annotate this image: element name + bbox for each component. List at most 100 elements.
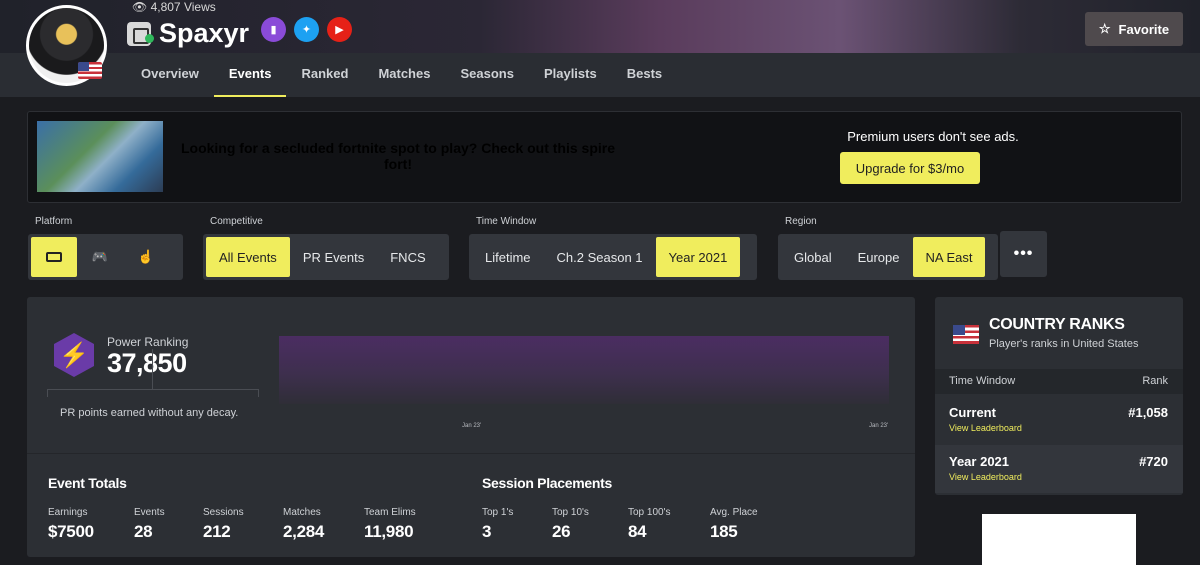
stat-value: 2,284 bbox=[283, 522, 325, 541]
player-name: Spaxyr bbox=[159, 18, 250, 48]
divider bbox=[47, 389, 48, 397]
tab-seasons[interactable]: Seasons bbox=[445, 54, 528, 97]
favorite-button[interactable]: ☆ Favorite bbox=[1085, 12, 1183, 46]
favorite-label: Favorite bbox=[1118, 21, 1170, 37]
filter-option-year-2021[interactable]: Year 2021 bbox=[655, 237, 741, 277]
filter-option-pr-events[interactable]: PR Events bbox=[290, 237, 377, 277]
tab-overview[interactable]: Overview bbox=[126, 54, 214, 97]
controller-icon[interactable]: 🎮 bbox=[77, 237, 123, 277]
stat-sessions: Sessions 212 bbox=[203, 507, 244, 542]
filter-option-all-events[interactable]: All Events bbox=[206, 237, 290, 277]
filter-label: Region bbox=[785, 216, 817, 227]
stat-label: Top 1's bbox=[482, 507, 514, 518]
time-window-filter: Time Window Lifetime Ch.2 Season 1 Year … bbox=[469, 216, 757, 280]
rank-value: #720 bbox=[1139, 454, 1168, 469]
more-options-button[interactable]: ••• bbox=[1000, 231, 1047, 277]
country-ranks-subtitle: Player's ranks in United States bbox=[989, 338, 1139, 350]
stat-label: Top 10's bbox=[552, 507, 589, 518]
view-count: 👁 4,807 Views bbox=[132, 0, 216, 14]
youtube-icon[interactable]: ▶ bbox=[327, 17, 352, 42]
power-ranking-chart[interactable] bbox=[279, 336, 889, 404]
stat-avg-place: Avg. Place 185 bbox=[710, 507, 758, 542]
stat-value: 28 bbox=[134, 522, 153, 541]
divider bbox=[152, 349, 153, 389]
competitive-filter: Competitive All Events PR Events FNCS bbox=[203, 216, 449, 280]
ad-banner: Looking for a secluded fortnite spot to … bbox=[27, 111, 1182, 203]
tab-events[interactable]: Events bbox=[213, 54, 287, 97]
chart-tick-label: Jan 23' bbox=[869, 423, 889, 429]
verified-check-icon bbox=[145, 34, 154, 43]
player-name-row: Spaxyr bbox=[127, 18, 249, 49]
tab-bests[interactable]: Bests bbox=[612, 54, 677, 97]
column-header-time-window: Time Window bbox=[949, 375, 1016, 387]
stat-value: $7500 bbox=[48, 522, 94, 541]
tab-matches[interactable]: Matches bbox=[363, 54, 445, 97]
twitter-icon[interactable]: ✦ bbox=[294, 17, 319, 42]
stat-label: Top 100's bbox=[628, 507, 671, 518]
stat-label: Matches bbox=[283, 507, 321, 518]
rank-value: #1,058 bbox=[1128, 405, 1168, 420]
view-leaderboard-link[interactable]: View Leaderboard bbox=[949, 423, 1022, 433]
upgrade-button[interactable]: Upgrade for $3/mo bbox=[840, 152, 980, 184]
eye-icon: 👁 bbox=[132, 0, 148, 14]
filter-option-europe[interactable]: Europe bbox=[845, 237, 913, 277]
table-row: Year 2021 View Leaderboard #720 bbox=[935, 445, 1183, 493]
event-stats-panel: ⚡ Power Ranking 37,850 PR points earned … bbox=[27, 297, 915, 557]
ranks-table-header: Time Window Rank bbox=[935, 369, 1183, 394]
filter-option-global[interactable]: Global bbox=[781, 237, 845, 277]
stat-value: 84 bbox=[628, 522, 647, 541]
view-count-text: 4,807 Views bbox=[150, 0, 216, 14]
touch-icon[interactable]: ☝ bbox=[123, 237, 169, 277]
platform-filter: Platform 🎮 ☝ bbox=[28, 216, 183, 280]
stat-top-1: Top 1's 3 bbox=[482, 507, 513, 542]
filter-option-fncs[interactable]: FNCS bbox=[377, 237, 438, 277]
chart-tick-label: Jan 23' bbox=[462, 423, 482, 429]
filter-option-ch2-season1[interactable]: Ch.2 Season 1 bbox=[544, 237, 656, 277]
premium-note: Premium users don't see ads. bbox=[847, 129, 1019, 144]
ad-slot bbox=[982, 514, 1136, 565]
stat-value: 3 bbox=[482, 522, 492, 541]
column-header-rank: Rank bbox=[1142, 375, 1168, 387]
session-placements-title: Session Placements bbox=[482, 475, 612, 491]
us-flag-icon bbox=[953, 325, 979, 344]
region-filter: Region Global Europe NA East bbox=[778, 216, 998, 280]
stat-top-10: Top 10's 26 bbox=[552, 507, 589, 542]
social-links: ▮ ✦ ▶ bbox=[261, 17, 352, 42]
ad-text[interactable]: Looking for a secluded fortnite spot to … bbox=[168, 140, 628, 172]
power-ranking-value: 37,850 bbox=[107, 348, 187, 378]
stat-label: Earnings bbox=[48, 507, 88, 518]
rank-window-name: Year 2021 bbox=[949, 454, 1010, 469]
event-totals-title: Event Totals bbox=[48, 475, 127, 491]
filter-label: Time Window bbox=[476, 216, 537, 227]
stat-label: Events bbox=[134, 507, 165, 518]
divider bbox=[258, 389, 259, 397]
stat-label: Team Elims bbox=[364, 507, 416, 518]
power-ranking-note: PR points earned without any decay. bbox=[60, 407, 239, 419]
ad-thumbnail[interactable] bbox=[37, 121, 163, 192]
stat-label: Sessions bbox=[203, 507, 244, 518]
filter-option-lifetime[interactable]: Lifetime bbox=[472, 237, 544, 277]
stat-value: 11,980 bbox=[364, 522, 414, 541]
twitch-icon[interactable]: ▮ bbox=[261, 17, 286, 42]
filter-option-na-east[interactable]: NA East bbox=[912, 237, 986, 277]
stat-value: 212 bbox=[203, 522, 231, 541]
rank-window-name: Current bbox=[949, 405, 996, 420]
tab-playlists[interactable]: Playlists bbox=[529, 54, 612, 97]
tab-ranked[interactable]: Ranked bbox=[286, 54, 363, 97]
stat-label: Avg. Place bbox=[710, 507, 758, 518]
stat-earnings: Earnings $7500 bbox=[48, 507, 94, 542]
view-leaderboard-link[interactable]: View Leaderboard bbox=[949, 472, 1022, 482]
stat-value: 185 bbox=[710, 522, 738, 541]
stat-events: Events 28 bbox=[134, 507, 165, 542]
star-icon: ☆ bbox=[1098, 21, 1111, 36]
power-ranking-section: ⚡ Power Ranking 37,850 PR points earned … bbox=[27, 297, 915, 454]
power-ranking-label: Power Ranking bbox=[107, 335, 189, 349]
lightning-icon: ⚡ bbox=[54, 333, 94, 377]
stat-team-elims: Team Elims 11,980 bbox=[364, 507, 416, 542]
filter-label: Competitive bbox=[210, 216, 263, 227]
stat-value: 26 bbox=[552, 522, 571, 541]
country-ranks-title: COUNTRY RANKS bbox=[989, 316, 1125, 333]
keyboard-icon[interactable] bbox=[31, 237, 77, 277]
table-row: Current View Leaderboard #1,058 bbox=[935, 396, 1183, 444]
country-ranks-panel: COUNTRY RANKS Player's ranks in United S… bbox=[935, 297, 1183, 495]
